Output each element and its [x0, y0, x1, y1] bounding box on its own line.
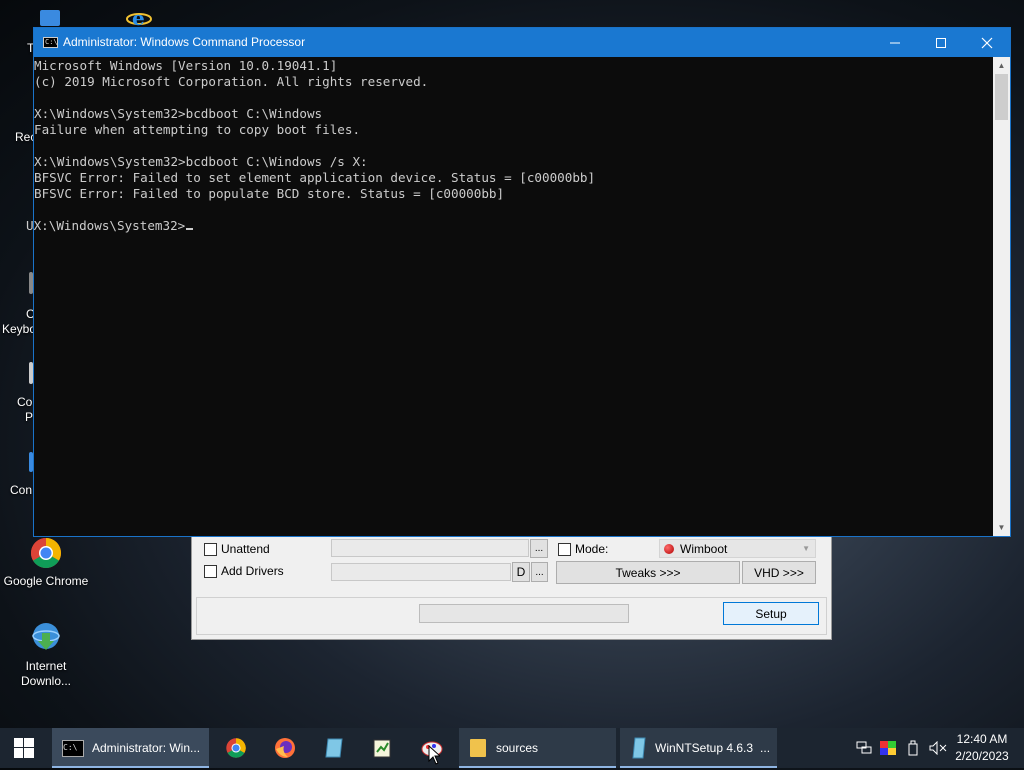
winntsetup-icon	[632, 737, 646, 759]
taskbar-item-label: sources	[496, 741, 539, 755]
vhd-button[interactable]: VHD >>>	[742, 561, 816, 584]
usb-drive-icon	[908, 740, 918, 756]
checkbox-box	[558, 542, 571, 556]
console-line: X:\Windows\System32>bcdboot C:\Windows /…	[34, 154, 368, 169]
scroll-thumb[interactable]	[995, 74, 1008, 120]
minimize-icon	[890, 42, 900, 43]
console-output[interactable]: Microsoft Windows [Version 10.0.19041.1]…	[26, 57, 993, 536]
checkbox-box	[204, 564, 217, 578]
network-icon	[856, 741, 872, 754]
clock-time: 12:40 AM	[956, 732, 1008, 746]
system-clock[interactable]: 12:40 AM 2/20/2023	[952, 731, 1012, 765]
console-line: Microsoft Windows [Version 10.0.19041.1]	[34, 58, 338, 73]
folder-icon	[470, 739, 486, 757]
internet-download-manager-icon	[29, 621, 63, 655]
mode-value: Wimboot	[680, 541, 728, 556]
taskbar-item-sources[interactable]: sources	[459, 728, 616, 768]
wimboot-red-dot-icon	[664, 543, 674, 554]
taskbar: C:\ Administrator: Win... sources WinNTS…	[0, 728, 1024, 768]
clock-date: 2/20/2023	[955, 749, 1009, 763]
text-cursor	[186, 228, 194, 230]
desktop-icon-label: Internet Downlo...	[20, 659, 72, 688]
desktop-icon-label: Google Chrome	[3, 574, 89, 588]
notepad-icon	[373, 739, 391, 758]
network-tray[interactable]	[854, 728, 874, 768]
drivers-d-button[interactable]: D	[512, 562, 530, 582]
console-line: BFSVC Error: Failed to set element appli…	[34, 170, 596, 185]
desktop-partial-label: P	[25, 410, 34, 424]
console-line: (c) 2019 Microsoft Corporation. All righ…	[34, 74, 429, 89]
console-line: BFSVC Error: Failed to populate BCD stor…	[34, 186, 505, 201]
close-icon	[981, 37, 993, 48]
taskbar-item-winntsetup[interactable]: WinNTSetup 4.6.3 ...	[620, 728, 777, 768]
taskbar-item-cmd[interactable]: C:\ Administrator: Win...	[52, 728, 209, 768]
console-prompt-line[interactable]: UX:\Windows\System32>	[26, 218, 993, 234]
prompt-prefix: U	[26, 218, 34, 233]
desktop-partial-label: Keybo	[2, 322, 37, 336]
disk-image-icon	[325, 738, 343, 758]
mode-checkbox[interactable]: Mode:	[558, 542, 608, 556]
maximize-button[interactable]	[918, 28, 964, 57]
progress-bar	[419, 604, 629, 623]
winntsetup-window: Unattend ... Mode: Wimboot ▼ Add Drivers…	[191, 537, 832, 640]
svg-text:e: e	[132, 6, 145, 28]
cmd-app-icon: C:\	[43, 37, 58, 48]
vertical-scrollbar[interactable]: ▲ ▼	[993, 57, 1010, 536]
taskbar-item-label: WinNTSetup 4.6.3	[655, 741, 754, 755]
add-drivers-checkbox[interactable]: Add Drivers	[204, 564, 284, 578]
chevron-down-icon: ▼	[802, 544, 810, 553]
console-line: Failure when attempting to copy boot fil…	[34, 122, 361, 137]
scroll-up-arrow-icon[interactable]: ▲	[993, 57, 1010, 74]
cmd-taskbar-icon: C:\	[62, 739, 84, 757]
close-button[interactable]	[964, 28, 1010, 57]
volume-tray[interactable]	[927, 728, 949, 768]
taskbar-firefox[interactable]	[261, 728, 309, 768]
firefox-icon	[275, 738, 295, 758]
desktop-icon-idm[interactable]: Internet Downlo...	[1, 621, 91, 689]
start-button[interactable]	[0, 728, 48, 768]
desktop-icon-chrome[interactable]: Google Chrome	[1, 536, 91, 589]
unattend-label: Unattend	[221, 542, 270, 556]
checkbox-box	[204, 542, 217, 556]
chrome-icon	[29, 536, 63, 570]
minimize-button[interactable]	[872, 28, 918, 57]
mode-select[interactable]: Wimboot ▼	[659, 539, 816, 558]
chrome-icon	[226, 738, 246, 758]
add-drivers-label: Add Drivers	[221, 564, 284, 578]
tweaks-button[interactable]: Tweaks >>>	[556, 561, 740, 584]
taskbar-item-label: Administrator: Win...	[92, 741, 201, 755]
cmd-window[interactable]: C:\ Administrator: Windows Command Proce…	[26, 27, 1011, 537]
maximize-icon	[936, 37, 946, 48]
unattend-checkbox[interactable]: Unattend	[204, 542, 270, 556]
cmd-titlebar[interactable]: C:\ Administrator: Windows Command Proce…	[34, 28, 1010, 57]
console-line: X:\Windows\System32>bcdboot C:\Windows	[34, 106, 323, 121]
mouse-cursor-icon	[428, 744, 442, 770]
drivers-browse-button[interactable]: ...	[531, 562, 548, 582]
window-title: Administrator: Windows Command Processor	[63, 35, 306, 49]
mode-label: Mode:	[575, 542, 609, 556]
desktop-partial-label: Co	[17, 395, 33, 409]
volume-muted-icon	[929, 741, 947, 755]
desktop-glyph-partial	[40, 10, 60, 26]
display-tray[interactable]	[878, 728, 898, 768]
ie-icon: e	[125, 6, 153, 30]
usb-tray[interactable]	[903, 728, 923, 768]
taskbar-item-more: ...	[760, 741, 771, 755]
windows-logo-icon	[14, 738, 34, 758]
scroll-down-arrow-icon[interactable]: ▼	[993, 519, 1010, 536]
unattend-browse-button[interactable]: ...	[530, 539, 548, 558]
taskbar-app-4[interactable]	[358, 728, 406, 768]
setup-button[interactable]: Setup	[723, 602, 819, 625]
command-prompt: X:\Windows\System32>	[33, 218, 186, 233]
taskbar-chrome[interactable]	[212, 728, 260, 768]
desktop-partial-label: Con	[10, 483, 33, 497]
unattend-path-field[interactable]	[331, 539, 529, 557]
drivers-path-field[interactable]	[331, 563, 511, 581]
taskbar-app-3[interactable]	[310, 728, 358, 768]
display-settings-icon	[880, 741, 896, 755]
